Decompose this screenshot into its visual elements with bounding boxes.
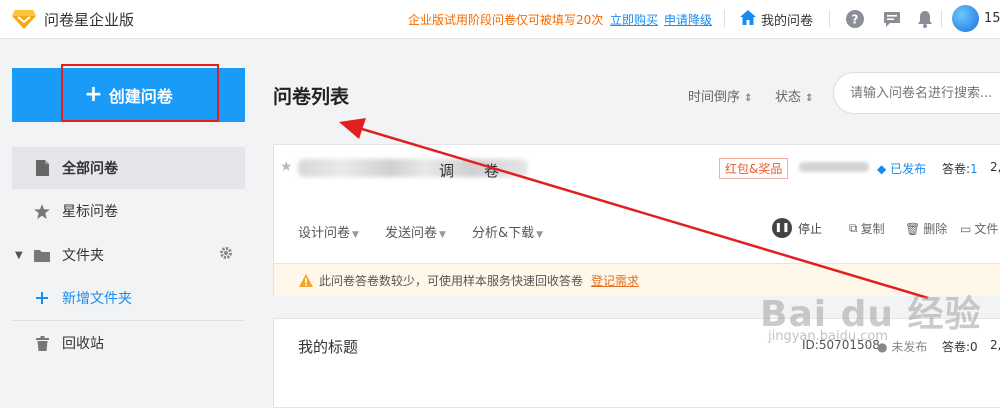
answers-number[interactable]: 1 xyxy=(970,162,978,176)
send-questionnaire-menu[interactable]: 发送问卷 ▼ xyxy=(385,222,446,241)
questionnaire-card: ★ 调 卷 红包&奖品 ◆ 已发布 答卷:1 2, 设计问卷▼ 发送问卷▼ 分析… xyxy=(273,144,1000,296)
bell-icon[interactable] xyxy=(915,9,935,29)
baidu-watermark: Bai du 经验 jingyan.baidu.com xyxy=(760,285,982,344)
status-label: 未发布 xyxy=(891,340,928,354)
answer-count: 答卷:0 xyxy=(942,338,978,355)
sort-status-label: 状态 xyxy=(775,90,802,105)
title-fragment: 调 xyxy=(439,162,455,180)
folder-icon: ▭ xyxy=(960,221,972,236)
gear-icon[interactable] xyxy=(219,246,233,264)
diamond-logo-icon[interactable] xyxy=(12,8,36,34)
sidebar-divider xyxy=(12,320,245,321)
status-label: 已发布 xyxy=(890,162,927,176)
sort-arrows-icon: ⇕ xyxy=(744,93,753,104)
page-info: 2, xyxy=(990,338,1000,352)
page-info: 2, xyxy=(990,160,1000,174)
published-icon: ◆ xyxy=(877,162,887,176)
annotation-arrow-head xyxy=(339,118,366,139)
warning-icon xyxy=(299,273,313,287)
sidebar-item-starred[interactable]: 星标问卷 xyxy=(12,190,245,232)
pause-icon: ❚❚ xyxy=(772,218,792,238)
top-bar: 问卷星企业版 企业版试用阶段问卷仅可被填写20次 立即购买 申请降级 我的问卷 … xyxy=(0,0,1000,39)
op-label: 文件 xyxy=(974,222,999,236)
action-label: 发送问卷 xyxy=(385,226,438,241)
buy-now-link[interactable]: 立即购买 xyxy=(610,11,658,28)
answers-number: 0 xyxy=(970,340,978,354)
chevron-down-icon: ▼ xyxy=(352,230,359,240)
notice-text: 此问卷答卷数较少，可使用样本服务快速回收答卷 xyxy=(319,273,584,288)
svg-text:?: ? xyxy=(852,13,859,27)
analyze-download-menu[interactable]: 分析&下载 ▼ xyxy=(472,222,543,241)
sidebar-item-label: 星标问卷 xyxy=(62,204,118,220)
filter-by-status[interactable]: 状态 ⇕ xyxy=(775,86,814,105)
avatar[interactable] xyxy=(952,5,979,32)
help-icon[interactable]: ? xyxy=(845,9,865,29)
sidebar-item-folder[interactable]: ▼ 文件夹 xyxy=(12,234,245,276)
chevron-down-icon: ▼ xyxy=(439,230,446,240)
caret-down-icon[interactable]: ▼ xyxy=(15,250,23,261)
trial-notice: 企业版试用阶段问卷仅可被填写20次 xyxy=(408,13,604,27)
status-badge: ◆ 已发布 xyxy=(877,160,926,177)
folder-icon xyxy=(34,249,50,262)
stop-label: 停止 xyxy=(798,221,823,236)
sort-by-time[interactable]: 时间倒序 ⇕ xyxy=(688,86,753,105)
answers-label: 答卷: xyxy=(942,162,971,176)
home-icon xyxy=(740,9,756,29)
trash-icon xyxy=(34,335,50,351)
username[interactable]: 15 xyxy=(984,11,1000,26)
file-icon xyxy=(34,160,50,176)
title-fragment: 卷 xyxy=(484,162,500,180)
sidebar-item-label: 全部问卷 xyxy=(62,161,118,177)
redacted-id xyxy=(799,162,869,172)
sidebar-item-label: 回收站 xyxy=(62,336,104,352)
app-title: 问卷星企业版 xyxy=(44,11,135,29)
plus-icon xyxy=(34,292,50,304)
copy-button[interactable]: ⧉ 复制 xyxy=(849,220,885,237)
design-questionnaire-menu[interactable]: 设计问卷 ▼ xyxy=(298,222,359,241)
star-toggle-icon[interactable]: ★ xyxy=(280,159,293,175)
my-questionnaires-link[interactable]: 我的问卷 xyxy=(740,8,813,30)
divider xyxy=(829,10,830,28)
message-icon[interactable] xyxy=(882,9,902,29)
answers-label: 答卷: xyxy=(942,340,971,354)
search-input[interactable] xyxy=(833,72,1000,114)
annotation-highlight-box xyxy=(61,64,219,122)
sidebar-item-label: 文件夹 xyxy=(62,248,104,264)
answer-count: 答卷:1 xyxy=(942,160,978,177)
chevron-down-icon: ▼ xyxy=(536,230,544,240)
questionnaire-title[interactable]: 我的标题 xyxy=(298,336,358,357)
apply-downgrade-link[interactable]: 申请降级 xyxy=(664,11,712,28)
my-questionnaires-label: 我的问卷 xyxy=(761,13,814,29)
register-demand-link[interactable]: 登记需求 xyxy=(591,272,639,289)
sidebar-item-new-folder[interactable]: 新增文件夹 xyxy=(12,277,245,319)
divider xyxy=(724,10,725,28)
action-label: 设计问卷 xyxy=(298,226,351,241)
star-icon xyxy=(34,203,50,219)
stop-button[interactable]: ❚❚ 停止 xyxy=(772,218,822,238)
sidebar-item-trash[interactable]: 回收站 xyxy=(12,322,245,364)
watermark-url: jingyan.baidu.com xyxy=(768,329,888,344)
delete-button[interactable]: 🗑 删除 xyxy=(905,220,947,237)
copy-icon: ⧉ xyxy=(849,221,858,235)
sidebar-item-all[interactable]: 全部问卷 xyxy=(12,147,245,189)
trash-icon: 🗑 xyxy=(905,221,921,236)
sort-arrows-icon: ⇕ xyxy=(805,93,814,104)
action-label: 分析&下载 xyxy=(472,226,535,241)
page-title: 问卷列表 xyxy=(273,86,350,108)
sidebar-item-label: 新增文件夹 xyxy=(62,291,132,307)
reward-tag: 红包&奖品 xyxy=(719,158,789,179)
folder-button[interactable]: ▭ 文件 xyxy=(960,220,998,237)
sort-time-label: 时间倒序 xyxy=(688,90,741,105)
divider xyxy=(941,10,942,28)
op-label: 删除 xyxy=(923,222,948,236)
op-label: 复制 xyxy=(860,222,885,236)
